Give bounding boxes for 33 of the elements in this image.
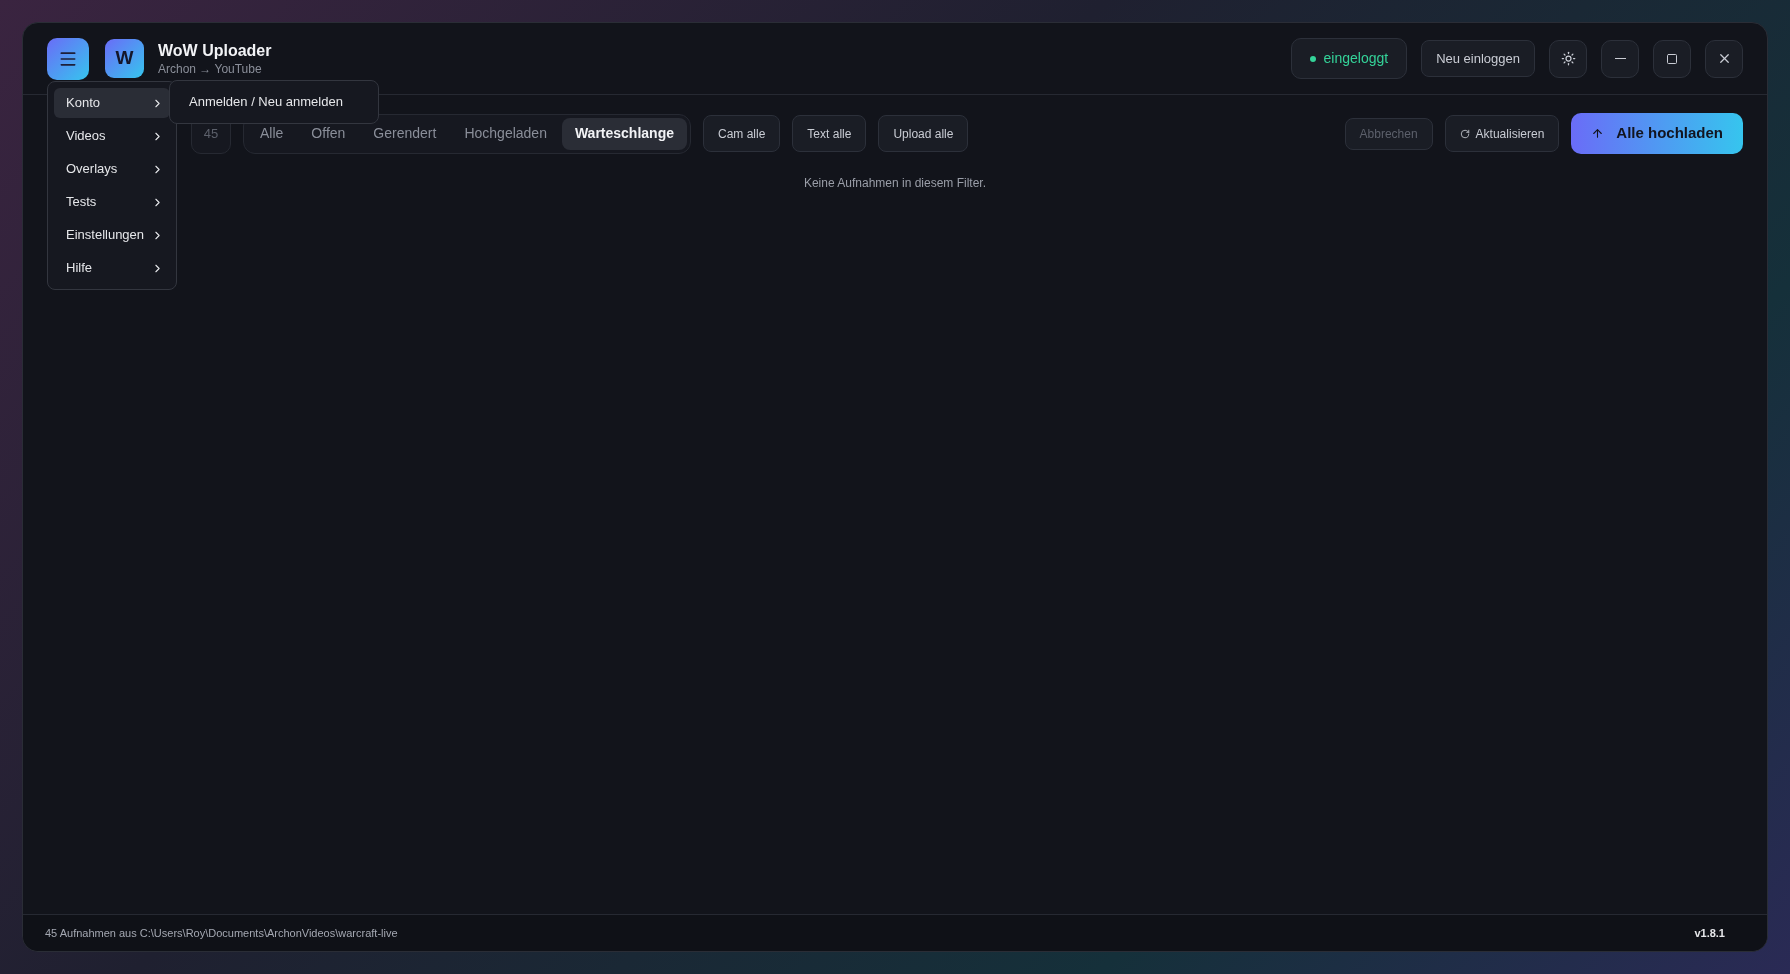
bulk-action-button[interactable]: Text alle [792,115,867,152]
menu-item[interactable]: Hilfe [54,253,170,283]
menu-item[interactable]: Tests [54,187,170,217]
menu-item[interactable]: Overlays [54,154,170,184]
upload-all-button[interactable]: Alle hochladen [1571,113,1743,154]
bulk-action-button[interactable]: Upload alle [878,115,969,152]
maximize-button[interactable] [1653,39,1691,78]
app-subtitle: Archon → YouTube [158,60,263,77]
app-logo: W [105,39,144,78]
sun-icon [1560,51,1576,66]
upload-icon [1591,127,1605,140]
theme-toggle-button[interactable] [1549,39,1587,78]
filter-tab[interactable]: Offen [298,117,359,150]
menu-item[interactable]: Videos [54,121,170,151]
menu-button[interactable] [47,37,89,80]
relogin-button[interactable]: Neu einloggen [1421,40,1535,77]
version-label: v1.8.1 [1694,925,1725,941]
close-button[interactable] [1705,39,1743,78]
status-label: eingeloggt [1323,49,1389,68]
empty-message: Keine Aufnahmen in diesem Filter. [803,175,987,190]
minimize-icon [1614,57,1626,60]
folder-path: 45 Aufnahmen aus C:\Users\Roy\Documents\ArchonVideos\warcraft-live [45,925,398,941]
filter-tab[interactable]: Warteschlange [561,117,687,150]
menu-item[interactable]: Einstellungen [54,220,170,250]
filter-tab[interactable]: Alle [247,117,297,150]
app-title: WoW Uploader [158,40,272,61]
filter-tab[interactable]: Hochgeladen [451,117,560,150]
filter-tab[interactable]: Gerendert [360,117,450,150]
refresh-icon [1459,128,1470,139]
refresh-button[interactable]: Aktualisieren [1444,115,1560,152]
bulk-action-button[interactable]: Cam alle [703,115,781,152]
maximize-icon [1666,52,1678,65]
menu-item[interactable]: Konto [54,88,170,118]
